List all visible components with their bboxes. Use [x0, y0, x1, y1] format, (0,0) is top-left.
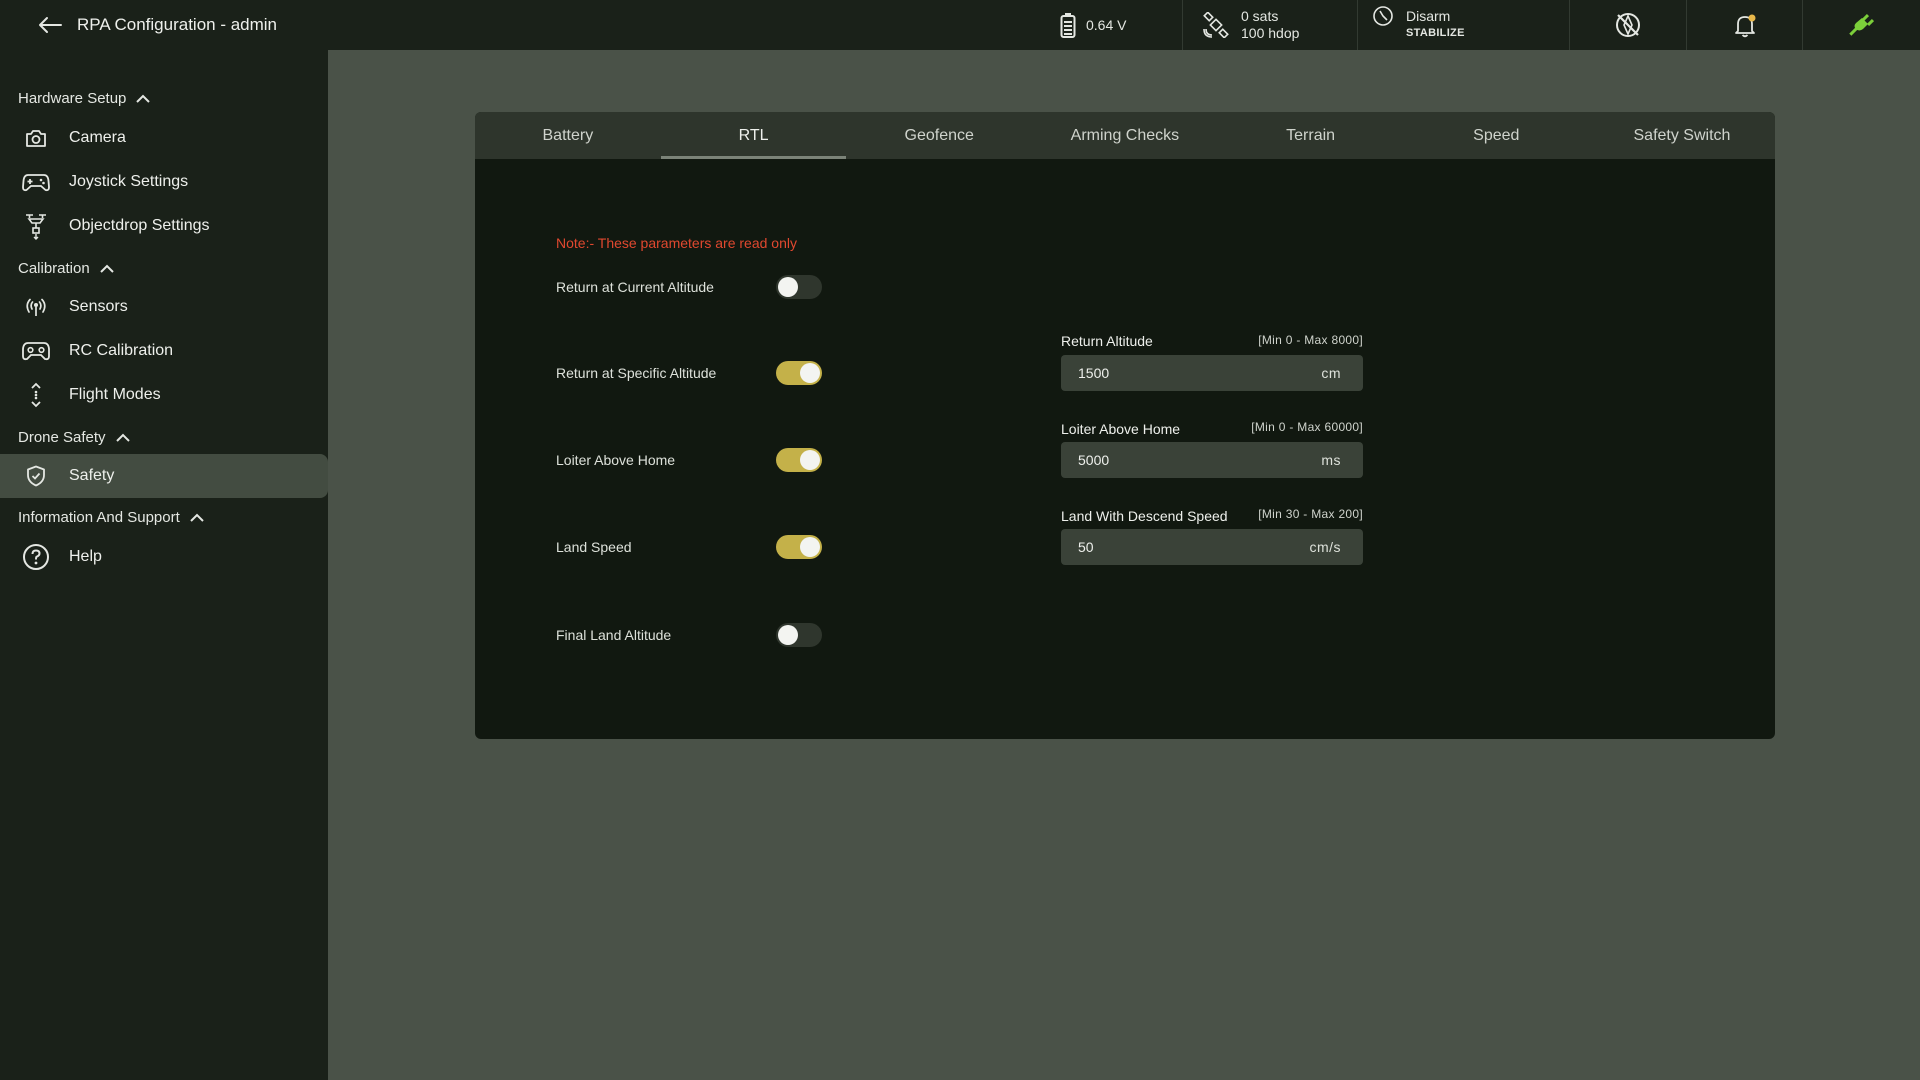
tab-terrain[interactable]: Terrain [1218, 112, 1404, 159]
rc-controller-icon [22, 337, 50, 365]
toggle-knob [800, 537, 820, 557]
app-title: RPA Configuration - admin [77, 15, 278, 34]
satellite-icon [1203, 12, 1229, 38]
final-land-altitude-label: Final Land Altitude [556, 627, 672, 643]
arm-status[interactable]: Disarm STABILIZE [1357, 0, 1569, 50]
toggle-knob [778, 625, 798, 645]
sidebar: Hardware Setup Camera Joystick Settings … [0, 50, 328, 1080]
sidebar-item-help[interactable]: Help [0, 535, 328, 579]
toggle-knob [800, 363, 820, 383]
tab-rtl[interactable]: RTL [660, 112, 847, 159]
back-button[interactable] [36, 12, 64, 38]
loiter-above-home-field-label: Loiter Above Home [1061, 421, 1181, 437]
top-bar: RPA Configuration - admin 0.64 V 0 sats … [0, 0, 1920, 50]
land-descend-speed-range: [Min 30 - Max 200] [1258, 507, 1363, 521]
camera-icon [22, 124, 50, 152]
loiter-above-home-toggle[interactable] [776, 448, 822, 472]
sidebar-item-objectdrop-settings[interactable]: Objectdrop Settings [0, 204, 328, 248]
return-current-altitude-label: Return at Current Altitude [556, 279, 714, 295]
field-value: 50 [1078, 539, 1094, 555]
sidebar-item-label: Joystick Settings [69, 173, 189, 190]
sidebar-item-label: RC Calibration [69, 342, 174, 359]
return-altitude-label: Return Altitude [1061, 333, 1153, 349]
loiter-above-home-label: Loiter Above Home [556, 452, 676, 468]
flight-mode: STABILIZE [1406, 27, 1465, 39]
tab-geofence[interactable]: Geofence [846, 112, 1032, 159]
chevron-up-icon [115, 433, 130, 442]
sidebar-item-label: Flight Modes [69, 386, 161, 403]
field-unit: ms [1321, 452, 1341, 468]
tab-speed[interactable]: Speed [1403, 112, 1589, 159]
gps-sats: 0 sats [1241, 8, 1279, 24]
tab-bar: Battery RTL Geofence Arming Checks Terra… [475, 112, 1775, 159]
section-label: Drone Safety [18, 428, 106, 446]
notifications-button[interactable] [1686, 0, 1803, 50]
section-calibration[interactable]: Calibration [18, 256, 114, 280]
land-descend-speed-input[interactable]: 50 cm/s [1061, 529, 1363, 565]
sidebar-item-label: Sensors [69, 298, 128, 315]
final-land-altitude-toggle[interactable] [776, 623, 822, 647]
sidebar-item-joystick-settings[interactable]: Joystick Settings [0, 160, 328, 204]
return-altitude-input[interactable]: 1500 cm [1061, 355, 1363, 391]
battery-voltage: 0.64 V [1086, 17, 1127, 33]
connection-button[interactable] [1802, 0, 1919, 50]
gps-hdop: 100 hdop [1241, 25, 1300, 41]
safety-config-card: Battery RTL Geofence Arming Checks Terra… [475, 112, 1775, 739]
sidebar-item-label: Safety [69, 467, 115, 484]
section-label: Information And Support [18, 508, 180, 526]
section-hardware-setup[interactable]: Hardware Setup [18, 86, 151, 110]
arm-icon [1373, 6, 1393, 26]
back-arrow-icon [39, 17, 62, 33]
sidebar-item-label: Help [69, 548, 102, 565]
sidebar-item-sensors[interactable]: Sensors [0, 285, 328, 329]
return-altitude-range: [Min 0 - Max 8000] [1258, 333, 1363, 347]
battery-status[interactable]: 0.64 V [1060, 0, 1182, 50]
chevron-up-icon [190, 513, 204, 522]
chevron-up-icon [136, 94, 151, 103]
return-current-altitude-toggle[interactable] [776, 275, 822, 299]
field-value: 5000 [1078, 452, 1110, 468]
battery-icon [1060, 13, 1076, 38]
sidebar-item-label: Objectdrop Settings [69, 217, 210, 234]
tab-arming-checks[interactable]: Arming Checks [1032, 112, 1218, 159]
field-unit: cm/s [1309, 539, 1341, 555]
sidebar-item-safety[interactable]: Safety [0, 454, 328, 498]
tab-safety-switch[interactable]: Safety Switch [1589, 112, 1775, 159]
help-icon [22, 543, 50, 571]
sidebar-item-flight-modes[interactable]: Flight Modes [0, 373, 328, 417]
loiter-above-home-range: [Min 0 - Max 60000] [1251, 420, 1363, 434]
return-specific-altitude-label: Return at Specific Altitude [556, 365, 717, 381]
field-value: 1500 [1078, 365, 1110, 381]
no-gps-compass-icon [1616, 13, 1640, 37]
section-label: Calibration [18, 259, 90, 277]
toggle-knob [800, 450, 820, 470]
drone-drop-icon [22, 212, 50, 240]
plug-icon [1849, 13, 1875, 36]
bell-icon [1735, 14, 1756, 38]
section-drone-safety[interactable]: Drone Safety [18, 425, 130, 449]
tab-battery[interactable]: Battery [475, 112, 661, 159]
field-unit: cm [1321, 365, 1341, 381]
toggle-knob [778, 277, 798, 297]
gps-status[interactable]: 0 sats 100 hdop [1182, 0, 1357, 50]
sidebar-item-label: Camera [69, 129, 126, 146]
gamepad-icon [22, 168, 50, 196]
read-only-note: Note:- These parameters are read only [556, 235, 797, 251]
sidebar-item-rc-calibration[interactable]: RC Calibration [0, 329, 328, 373]
sidebar-item-camera[interactable]: Camera [0, 116, 328, 160]
land-descend-speed-label: Land With Descend Speed [1061, 508, 1228, 524]
loiter-above-home-input[interactable]: 5000 ms [1061, 442, 1363, 478]
flight-modes-icon [22, 381, 50, 409]
chevron-up-icon [100, 264, 114, 273]
shield-check-icon [22, 462, 50, 490]
return-specific-altitude-toggle[interactable] [776, 361, 822, 385]
section-information-and-support[interactable]: Information And Support [18, 505, 204, 529]
section-label: Hardware Setup [18, 89, 127, 107]
gps-lock-button[interactable] [1569, 0, 1686, 50]
land-speed-label: Land Speed [556, 539, 632, 555]
sensor-icon [22, 293, 50, 321]
arm-state: Disarm [1406, 8, 1451, 24]
land-speed-toggle[interactable] [776, 535, 822, 559]
